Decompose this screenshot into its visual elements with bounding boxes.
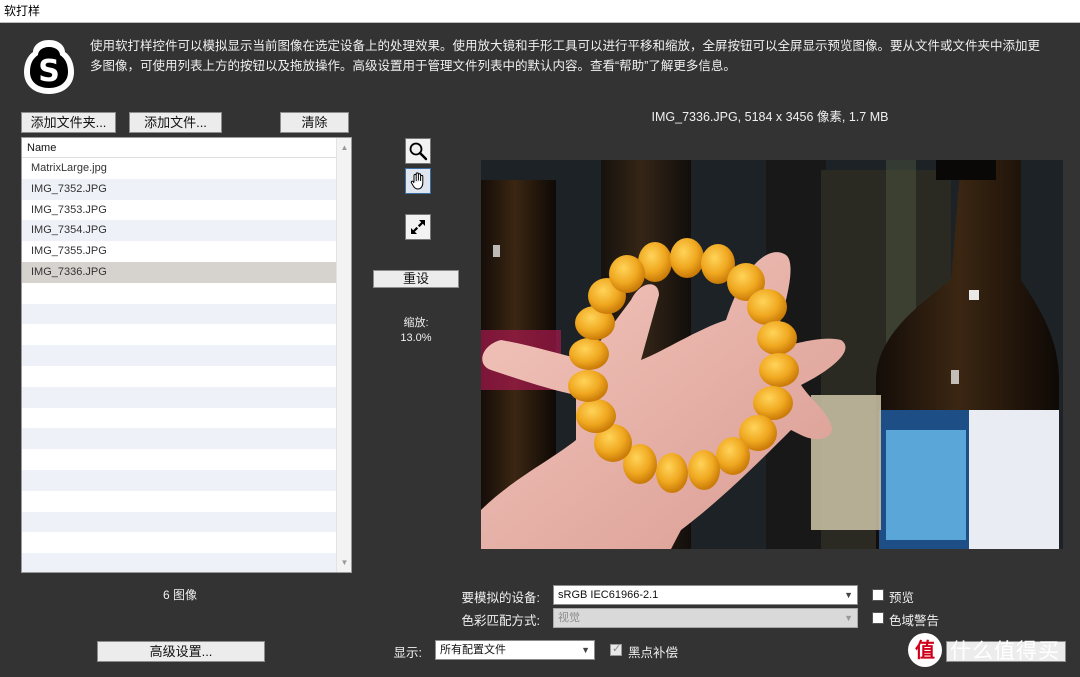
rendering-intent-value: 视觉 [558, 612, 580, 624]
file-list[interactable]: Name MatrixLarge.jpg IMG_7352.JPG IMG_73… [21, 137, 352, 573]
device-label: 要模拟的设备: [461, 591, 540, 605]
fullscreen-button[interactable] [405, 214, 431, 240]
empty-row [22, 366, 336, 387]
empty-row [22, 449, 336, 470]
empty-row [22, 428, 336, 450]
advanced-settings-button[interactable]: 高级设置... [97, 641, 265, 662]
watermark-text: 什么值得买 [950, 640, 1060, 663]
column-header-name[interactable]: Name [22, 138, 336, 158]
add-folder-button[interactable]: 添加文件夹... [21, 112, 116, 133]
empty-row [22, 491, 336, 512]
list-item[interactable]: IMG_7352.JPG [22, 178, 336, 200]
zoom-value: 13.0% [400, 332, 432, 344]
display-value: 所有配置文件 [440, 644, 506, 656]
reset-button[interactable]: 重设 [373, 270, 459, 288]
list-item[interactable]: IMG_7355.JPG [22, 241, 336, 262]
rendering-intent-label: 色彩匹配方式: [461, 614, 540, 628]
list-item[interactable]: MatrixLarge.jpg [22, 158, 336, 179]
window-title: 软打样 [0, 0, 1080, 23]
gamut-warning-label: 色域警告 [889, 614, 940, 628]
image-info: IMG_7336.JPG, 5184 x 3456 像素, 1.7 MB [651, 110, 889, 124]
chevron-down-icon: ▼ [581, 645, 590, 655]
list-item[interactable]: IMG_7353.JPG [22, 200, 336, 221]
list-item[interactable]: IMG_7354.JPG [22, 220, 336, 242]
preview-image[interactable] [481, 160, 1063, 549]
preview-label: 预览 [889, 591, 915, 605]
empty-row [22, 324, 336, 345]
device-select[interactable]: sRGB IEC61966-2.1 ▼ [553, 585, 858, 605]
empty-row [22, 469, 336, 491]
file-rows: MatrixLarge.jpg IMG_7352.JPG IMG_7353.JP… [22, 158, 336, 572]
rendering-intent-select[interactable]: 视觉 ▼ [553, 608, 858, 628]
image-count: 6 图像 [162, 588, 197, 602]
device-value: sRGB IEC61966-2.1 [558, 589, 659, 601]
empty-row [22, 386, 336, 408]
empty-row [22, 511, 336, 533]
blackpoint-label: 黑点补偿 [628, 646, 679, 660]
watermark: 值 什么值得买 [908, 632, 1060, 668]
empty-row [22, 283, 336, 304]
chevron-down-icon: ▼ [844, 613, 853, 623]
scroll-up-icon[interactable]: ▲ [337, 140, 351, 155]
magnifier-icon [409, 142, 428, 161]
zoom-tool-button[interactable] [405, 138, 431, 164]
list-item-selected[interactable]: IMG_7336.JPG [22, 261, 336, 283]
display-label: 显示: [393, 646, 422, 660]
empty-row [22, 532, 336, 553]
vertical-scrollbar[interactable]: ▲ ▼ [336, 138, 351, 572]
expand-icon [411, 220, 425, 234]
preview-checkbox[interactable] [872, 589, 884, 601]
watermark-badge: 值 [908, 633, 942, 667]
chevron-down-icon: ▼ [844, 590, 853, 600]
add-file-button[interactable]: 添加文件... [129, 112, 222, 133]
hand-icon [410, 172, 424, 190]
description-text: 使用软打样控件可以模拟显示当前图像在选定设备上的处理效果。使用放大镜和手形工具可… [90, 39, 1041, 73]
logo-letter: S [38, 54, 60, 89]
zoom-label: 缩放: [403, 317, 429, 329]
empty-row [22, 345, 336, 366]
hand-tool-button[interactable] [405, 168, 431, 194]
empty-row [22, 553, 336, 572]
gamut-warning-checkbox[interactable] [872, 612, 884, 624]
empty-row [22, 303, 336, 325]
clear-button[interactable]: 清除 [280, 112, 349, 133]
scroll-down-icon[interactable]: ▼ [337, 555, 351, 570]
blackpoint-checkbox[interactable] [610, 642, 622, 656]
empty-row [22, 408, 336, 429]
display-select[interactable]: 所有配置文件 ▼ [435, 640, 595, 660]
app-logo: S [22, 38, 76, 96]
